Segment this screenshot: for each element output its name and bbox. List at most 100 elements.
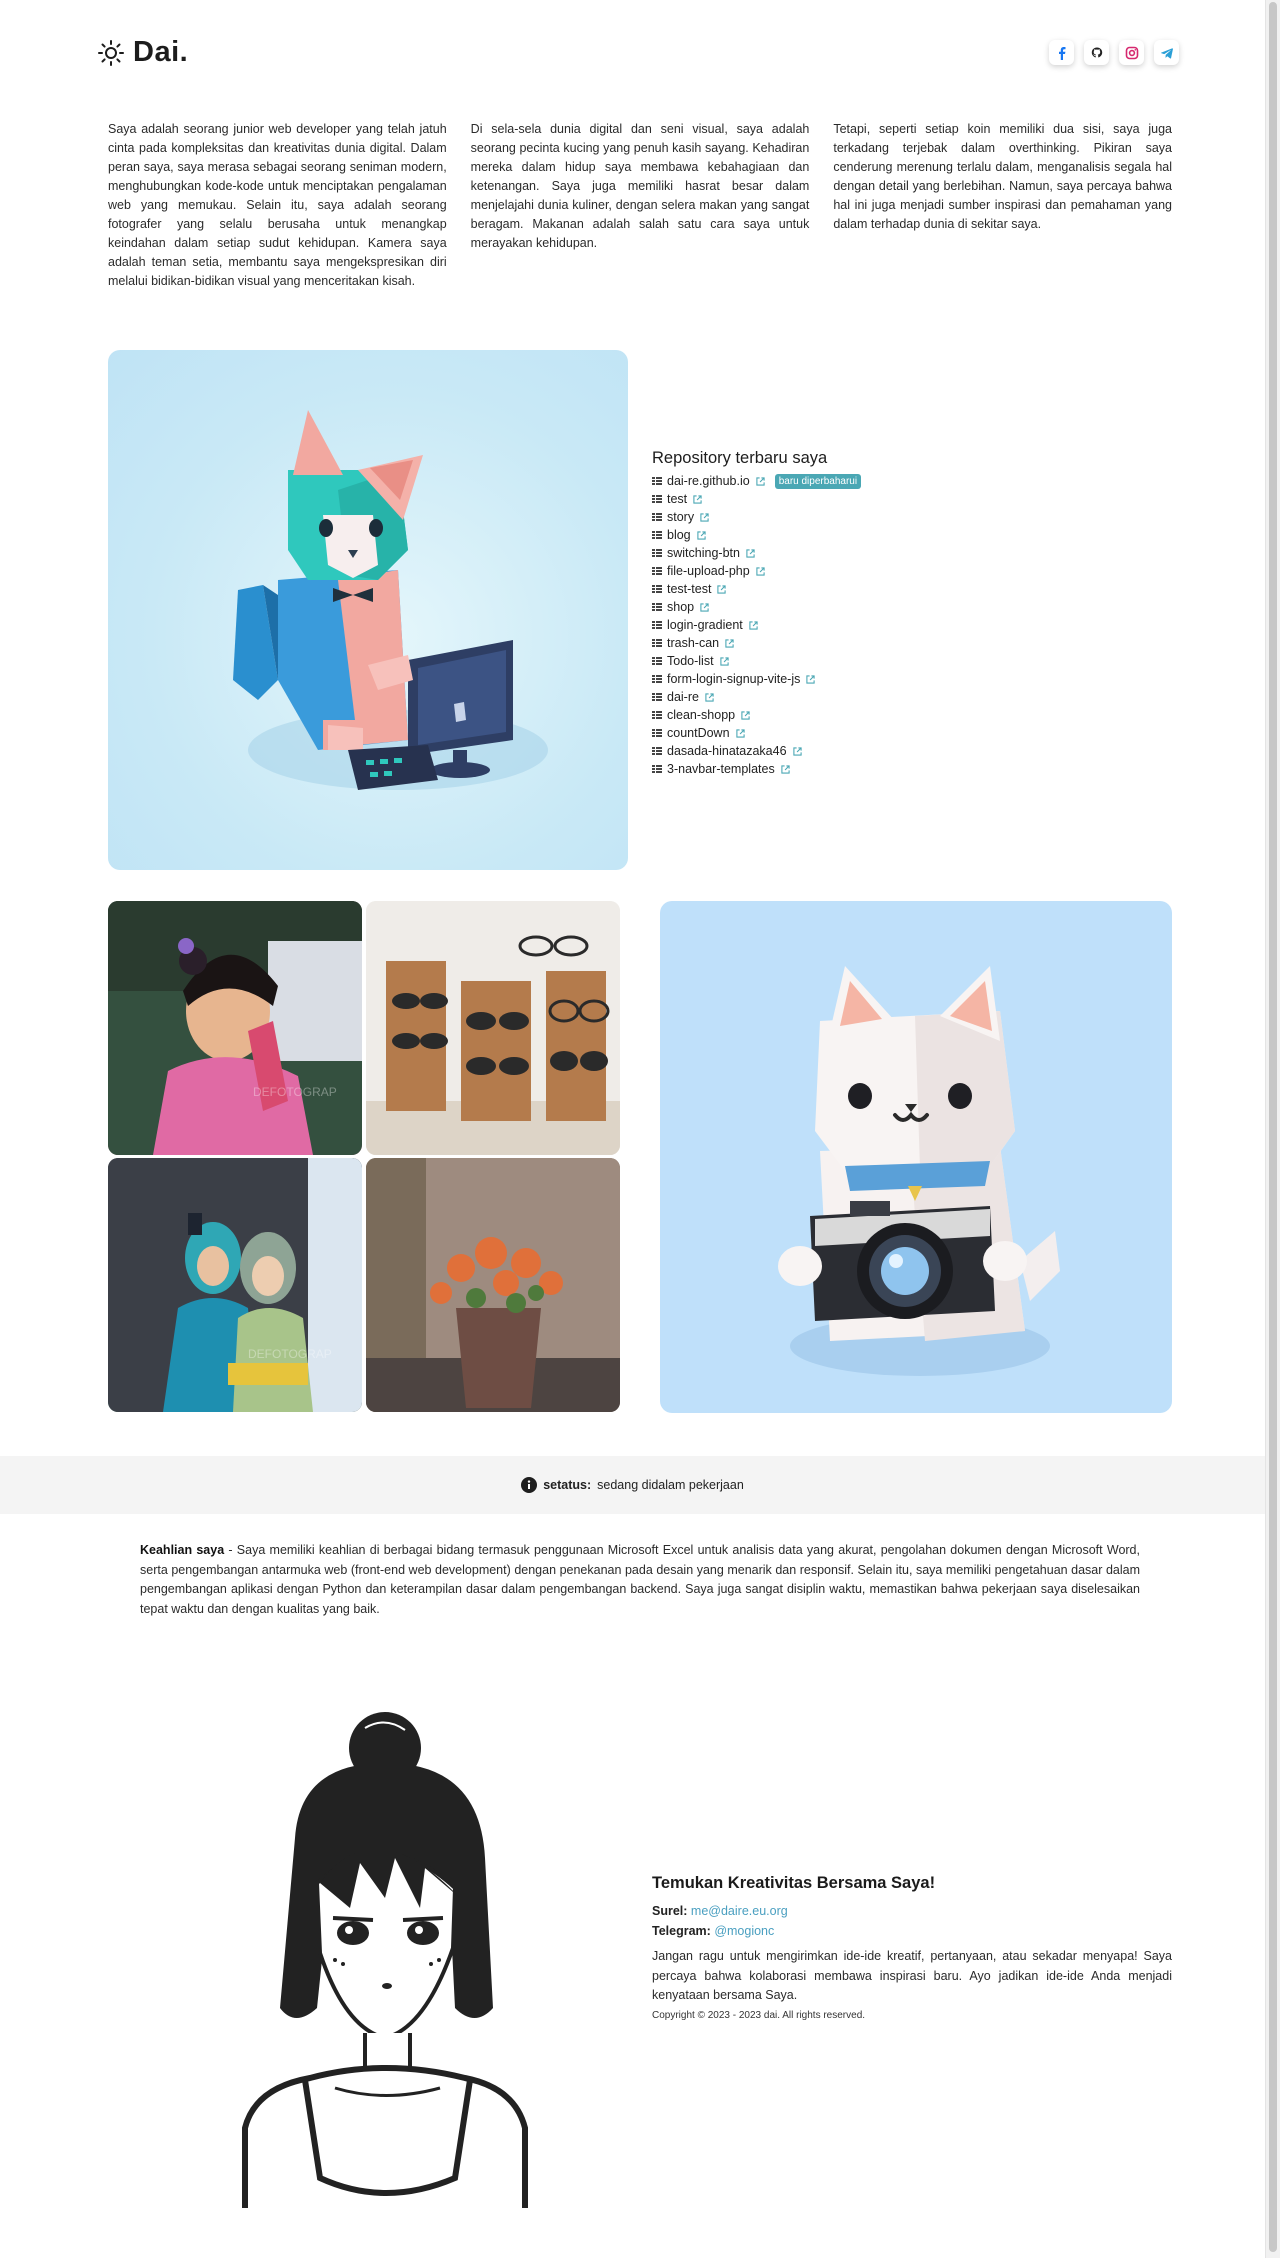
- social-links: [1049, 40, 1179, 65]
- telegram-link[interactable]: [1154, 40, 1179, 65]
- repository-section: Repository terbaru saya dai-re.github.io…: [652, 449, 1052, 778]
- external-link-icon: [717, 584, 727, 594]
- external-link-icon: [719, 656, 729, 666]
- photo-girl-pink-dress[interactable]: DEFOTOGRAP: [108, 901, 362, 1155]
- repo-icon: [652, 585, 662, 593]
- repository-link[interactable]: story: [667, 510, 694, 524]
- telegram-icon: [1160, 47, 1173, 59]
- repository-link[interactable]: login-gradient: [667, 618, 743, 632]
- external-link-icon: [697, 530, 706, 540]
- repository-link[interactable]: Todo-list: [667, 654, 714, 668]
- repository-item[interactable]: trash-can: [652, 634, 1052, 652]
- repository-link[interactable]: 3-navbar-templates: [667, 762, 775, 776]
- repository-item[interactable]: file-upload-php: [652, 562, 1052, 580]
- updated-badge: baru diperbaharui: [774, 473, 862, 489]
- repository-link[interactable]: file-upload-php: [667, 564, 750, 578]
- repository-item[interactable]: test-test: [652, 580, 1052, 598]
- repo-icon: [652, 477, 662, 485]
- status-value: sedang didalam pekerjaan: [597, 1478, 744, 1492]
- skills-paragraph: Keahlian saya - Saya memiliki keahlian d…: [140, 1541, 1140, 1619]
- intro-paragraph-3: Tetapi, seperti setiap koin memiliki dua…: [833, 122, 1173, 231]
- repository-item[interactable]: dai-re: [652, 688, 1052, 706]
- repository-link[interactable]: dasada-hinatazaka46: [667, 744, 787, 758]
- repo-icon: [652, 495, 662, 503]
- repository-link[interactable]: test: [667, 492, 687, 506]
- email-label: Surel:: [652, 1904, 688, 1918]
- repository-link[interactable]: clean-shopp: [667, 708, 735, 722]
- instagram-icon: [1125, 46, 1138, 59]
- photo-potted-plant[interactable]: [366, 1158, 620, 1412]
- svg-text:DEFOTOGRAP: DEFOTOGRAP: [253, 1085, 337, 1099]
- site-logo[interactable]: Dai.: [97, 36, 188, 69]
- repository-link[interactable]: switching-btn: [667, 546, 740, 560]
- github-link[interactable]: [1084, 40, 1109, 65]
- external-link-icon: [735, 728, 745, 738]
- repo-icon: [652, 711, 662, 719]
- external-link-icon: [756, 476, 765, 486]
- repo-icon: [652, 603, 662, 611]
- intro-paragraph-2: Di sela-sela dunia digital dan seni visu…: [470, 122, 810, 250]
- repo-icon: [652, 765, 662, 773]
- logo-text: Dai.: [133, 36, 189, 68]
- contact-title: Temukan Kreativitas Bersama Saya!: [652, 1874, 936, 1892]
- info-icon: [521, 1477, 538, 1493]
- external-link-icon: [705, 692, 714, 702]
- repository-item[interactable]: switching-btn: [652, 544, 1052, 562]
- external-link-icon: [792, 746, 802, 756]
- repository-link[interactable]: countDown: [667, 726, 730, 740]
- cat-computer-illustration: [108, 350, 628, 870]
- repository-item[interactable]: countDown: [652, 724, 1052, 742]
- repository-item[interactable]: clean-shopp: [652, 706, 1052, 724]
- repository-item[interactable]: Todo-list: [652, 652, 1052, 670]
- repository-item[interactable]: dasada-hinatazaka46: [652, 742, 1052, 760]
- external-link-icon: [756, 566, 765, 576]
- external-link-icon: [693, 494, 702, 504]
- telegram-handle-link[interactable]: @mogionc: [714, 1924, 774, 1938]
- repo-icon: [652, 549, 662, 557]
- sun-icon: [98, 39, 124, 66]
- external-link-icon: [741, 710, 750, 720]
- photo-hijab-selfie[interactable]: DEFOTOGRAP: [108, 1158, 362, 1412]
- external-link-icon: [746, 548, 755, 558]
- repository-item[interactable]: story: [652, 508, 1052, 526]
- repository-link[interactable]: blog: [667, 528, 691, 542]
- repo-icon: [652, 531, 662, 539]
- contact-message: Jangan ragu untuk mengirimkan ide-ide kr…: [652, 1949, 1172, 2002]
- repository-item[interactable]: blog: [652, 526, 1052, 544]
- external-link-icon: [725, 638, 734, 648]
- repository-link[interactable]: shop: [667, 600, 694, 614]
- facebook-link[interactable]: [1049, 40, 1074, 65]
- telegram-label: Telegram:: [652, 1924, 711, 1938]
- repo-icon: [652, 621, 662, 629]
- repo-icon: [652, 639, 662, 647]
- repository-link[interactable]: dai-re.github.io: [667, 474, 750, 488]
- intro-columns: Saya adalah seorang junior web developer…: [108, 120, 1172, 291]
- scrollbar-thumb[interactable]: [1269, 2, 1277, 2252]
- external-link-icon: [700, 602, 709, 612]
- repository-item[interactable]: 3-navbar-templates: [652, 760, 1052, 778]
- repository-link[interactable]: trash-can: [667, 636, 719, 650]
- repository-link[interactable]: form-login-signup-vite-js: [667, 672, 800, 686]
- repo-icon: [652, 567, 662, 575]
- svg-text:DEFOTOGRAP: DEFOTOGRAP: [248, 1347, 332, 1361]
- repository-link[interactable]: dai-re: [667, 690, 699, 704]
- repository-item[interactable]: login-gradient: [652, 616, 1052, 634]
- repository-link[interactable]: test-test: [667, 582, 711, 596]
- external-link-icon: [749, 620, 758, 630]
- repo-icon: [652, 513, 662, 521]
- external-link-icon: [806, 674, 816, 684]
- repository-item[interactable]: shop: [652, 598, 1052, 616]
- repository-item[interactable]: test: [652, 490, 1052, 508]
- email-link[interactable]: me@daire.eu.org: [691, 1904, 788, 1918]
- instagram-link[interactable]: [1119, 40, 1144, 65]
- repository-title: Repository terbaru saya: [652, 449, 828, 467]
- skills-text: - Saya memiliki keahlian di berbagai bid…: [140, 1543, 1140, 1616]
- photo-sunglasses-display[interactable]: [366, 901, 620, 1155]
- page-scrollbar[interactable]: [1265, 0, 1280, 2258]
- repository-item[interactable]: form-login-signup-vite-js: [652, 670, 1052, 688]
- repository-item[interactable]: dai-re.github.io baru diperbaharui: [652, 472, 1052, 490]
- cat-camera-illustration: [660, 901, 1172, 1413]
- intro-paragraph-1: Saya adalah seorang junior web developer…: [108, 122, 447, 288]
- github-icon: [1091, 47, 1102, 57]
- status-bar: setatus: sedang didalam pekerjaan: [0, 1456, 1265, 1514]
